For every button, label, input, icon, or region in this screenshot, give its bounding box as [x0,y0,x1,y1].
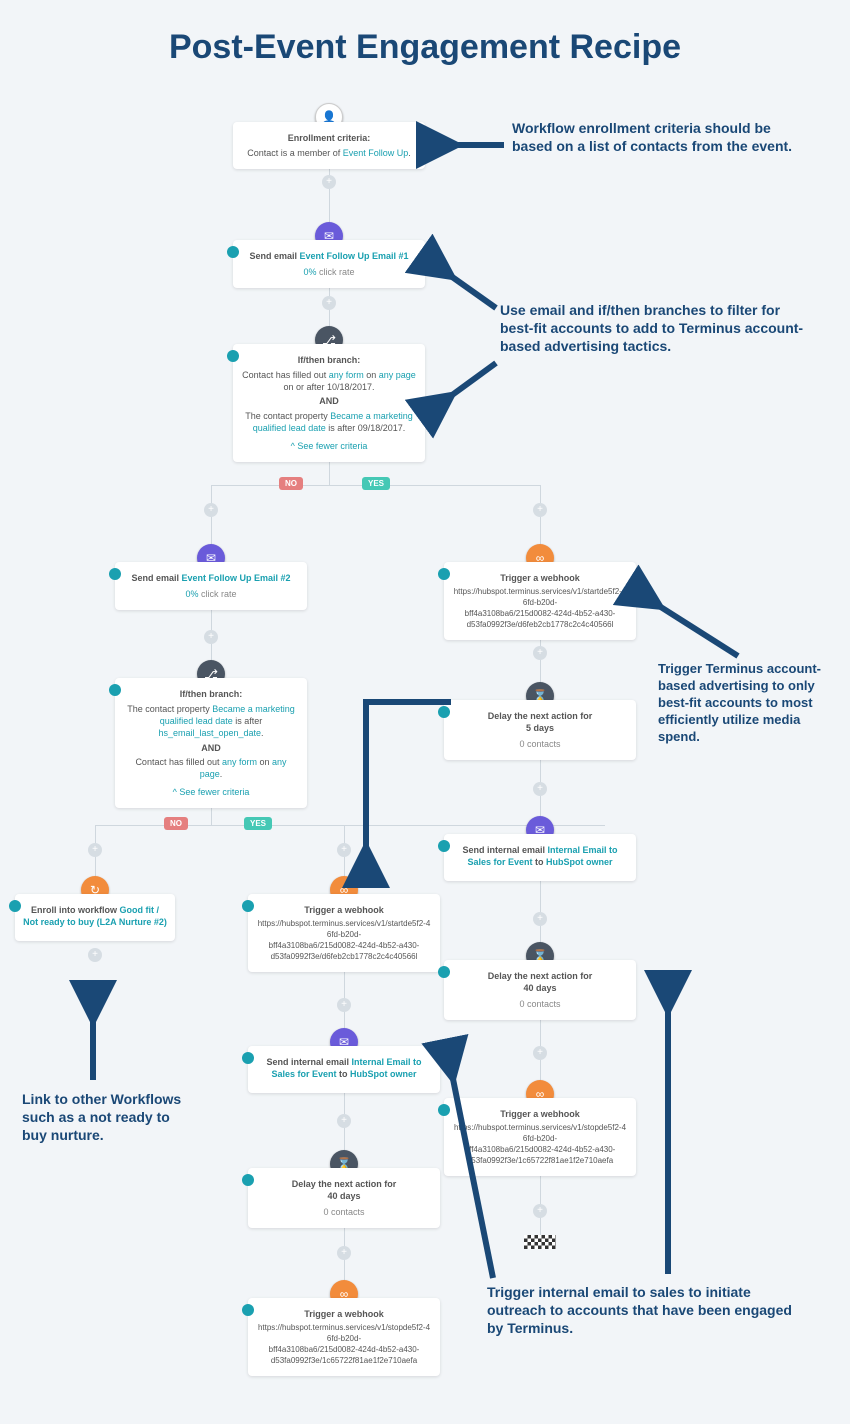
status-badge [242,1174,254,1186]
card-title: Trigger a webhook [256,1308,432,1320]
card-title: Enrollment criteria: [241,132,417,144]
internal-email-card[interactable]: Send internal email Internal Email to Sa… [248,1046,440,1093]
add-step-button[interactable]: + [337,843,351,857]
webhook-card[interactable]: Trigger a webhook https://hubspot.termin… [248,894,440,972]
add-step-button[interactable]: + [533,646,547,660]
arrow-icon [438,268,508,318]
status-badge [438,568,450,580]
status-badge [227,246,239,258]
branch-yes-tag: YES [362,477,390,490]
arrow-icon [648,1000,708,1280]
annotation-text: Link to other Workflows such as a not re… [22,1090,182,1145]
card-title: Delay the next action for40 days [256,1178,432,1202]
add-step-button[interactable]: + [533,782,547,796]
branch-no-tag: NO [279,477,303,490]
card-title: Enroll into workflow Good fit / Not read… [23,904,167,928]
arrow-icon [444,130,514,160]
internal-email-card[interactable]: Send internal email Internal Email to Sa… [444,834,636,881]
webhook-url: https://hubspot.terminus.services/v1/sta… [452,587,628,630]
criteria-line: Contact has filled out any form on any p… [241,369,417,393]
end-marker-icon [78,980,110,994]
arrow-icon [648,596,748,666]
card-title: Delay the next action for5 days [452,710,628,734]
see-fewer-link[interactable]: ^ See fewer criteria [123,786,299,798]
add-step-button[interactable]: + [204,503,218,517]
add-step-button[interactable]: + [337,1114,351,1128]
add-step-button[interactable]: + [88,843,102,857]
add-step-button[interactable]: + [337,998,351,1012]
see-fewer-link[interactable]: ^ See fewer criteria [241,440,417,452]
enrollment-card[interactable]: Enrollment criteria: Contact is a member… [233,122,425,169]
arrow-icon [448,1068,508,1288]
delay-card[interactable]: Delay the next action for40 days 0 conta… [444,960,636,1020]
annotation-text: Workflow enrollment criteria should be b… [512,119,802,155]
arrow-icon [366,702,456,862]
send-email-card[interactable]: Send email Event Follow Up Email #1 0% c… [233,240,425,288]
status-badge [109,684,121,696]
add-step-button[interactable]: + [533,503,547,517]
card-title: Trigger a webhook [452,572,628,584]
send-email-card[interactable]: Send email Event Follow Up Email #2 0% c… [115,562,307,610]
webhook-card[interactable]: Trigger a webhook https://hubspot.termin… [444,562,636,640]
add-step-button[interactable]: + [322,175,336,189]
criteria-line: The contact property Became a marketing … [241,410,417,434]
click-rate: 0% click rate [123,588,299,600]
page-title: Post-Event Engagement Recipe [0,0,850,77]
contact-count: 0 contacts [256,1206,432,1218]
status-badge [242,1052,254,1064]
card-title: Delay the next action for40 days [452,970,628,994]
if-then-branch-card[interactable]: If/then branch: The contact property Bec… [115,678,307,808]
arrow-icon [78,1008,108,1088]
card-title: Send email Event Follow Up Email #2 [123,572,299,584]
card-title: Send email Event Follow Up Email #1 [241,250,417,262]
webhook-url: https://hubspot.terminus.services/v1/sta… [256,919,432,962]
status-badge [9,900,21,912]
arrow-icon [438,358,508,408]
branch-no-tag: NO [164,817,188,830]
end-marker-icon [524,1235,556,1249]
contact-count: 0 contacts [452,738,628,750]
add-step-button[interactable]: + [88,948,102,962]
card-title: If/then branch: [241,354,417,366]
webhook-card[interactable]: Trigger a webhook https://hubspot.termin… [248,1298,440,1376]
contact-count: 0 contacts [452,998,628,1010]
annotation-text: Trigger Terminus account-based advertisi… [658,661,838,745]
card-title: Trigger a webhook [256,904,432,916]
status-badge [227,350,239,362]
and-label: AND [241,395,417,407]
add-step-button[interactable]: + [533,1046,547,1060]
delay-card[interactable]: Delay the next action for40 days 0 conta… [248,1168,440,1228]
add-step-button[interactable]: + [322,296,336,310]
and-label: AND [123,742,299,754]
annotation-text: Use email and if/then branches to filter… [500,301,810,356]
add-step-button[interactable]: + [533,1204,547,1218]
criteria-line: The contact property Became a marketing … [123,703,299,739]
status-badge [438,966,450,978]
add-step-button[interactable]: + [337,1246,351,1260]
delay-card[interactable]: Delay the next action for5 days 0 contac… [444,700,636,760]
card-title: If/then branch: [123,688,299,700]
webhook-url: https://hubspot.terminus.services/v1/sto… [256,1323,432,1366]
criteria-line: Contact has filled out any form on any p… [123,756,299,780]
card-title: Send internal email Internal Email to Sa… [256,1056,432,1080]
add-step-button[interactable]: + [204,630,218,644]
if-then-branch-card[interactable]: If/then branch: Contact has filled out a… [233,344,425,462]
annotation-text: Trigger internal email to sales to initi… [487,1283,797,1338]
status-badge [242,900,254,912]
add-step-button[interactable]: + [533,912,547,926]
branch-yes-tag: YES [244,817,272,830]
card-body: Contact is a member of Event Follow Up. [241,147,417,159]
card-title: Send internal email Internal Email to Sa… [452,844,628,868]
status-badge [242,1304,254,1316]
enroll-workflow-card[interactable]: Enroll into workflow Good fit / Not read… [15,894,175,941]
status-badge [109,568,121,580]
click-rate: 0% click rate [241,266,417,278]
